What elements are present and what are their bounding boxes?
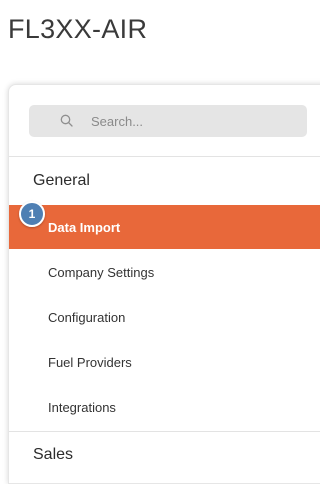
menu-item-label: Fuel Providers <box>48 354 132 370</box>
step-badge: 1 <box>19 201 45 227</box>
app-title: FL3XX-AIR <box>8 14 148 44</box>
section-title-sales: Sales <box>33 446 74 463</box>
search-icon <box>59 113 75 129</box>
menu-item-company-settings[interactable]: Company Settings <box>9 250 320 294</box>
settings-sidebar: General Data Import Company Settings Con… <box>8 84 320 484</box>
search-input[interactable] <box>91 105 291 137</box>
divider <box>9 431 320 432</box>
menu-item-integrations[interactable]: Integrations <box>9 385 320 429</box>
menu-item-label: Data Import <box>48 219 121 235</box>
menu-item-label: Integrations <box>48 399 116 415</box>
menu-item-configuration[interactable]: Configuration <box>9 295 320 339</box>
menu-item-label: Company Settings <box>48 264 155 280</box>
section-title-general: General <box>33 172 90 189</box>
menu-item-data-import[interactable]: Data Import <box>9 205 320 249</box>
search-box[interactable] <box>29 105 307 137</box>
menu-item-fuel-providers[interactable]: Fuel Providers <box>9 340 320 384</box>
menu-item-label: Configuration <box>48 309 126 325</box>
divider <box>9 156 320 157</box>
